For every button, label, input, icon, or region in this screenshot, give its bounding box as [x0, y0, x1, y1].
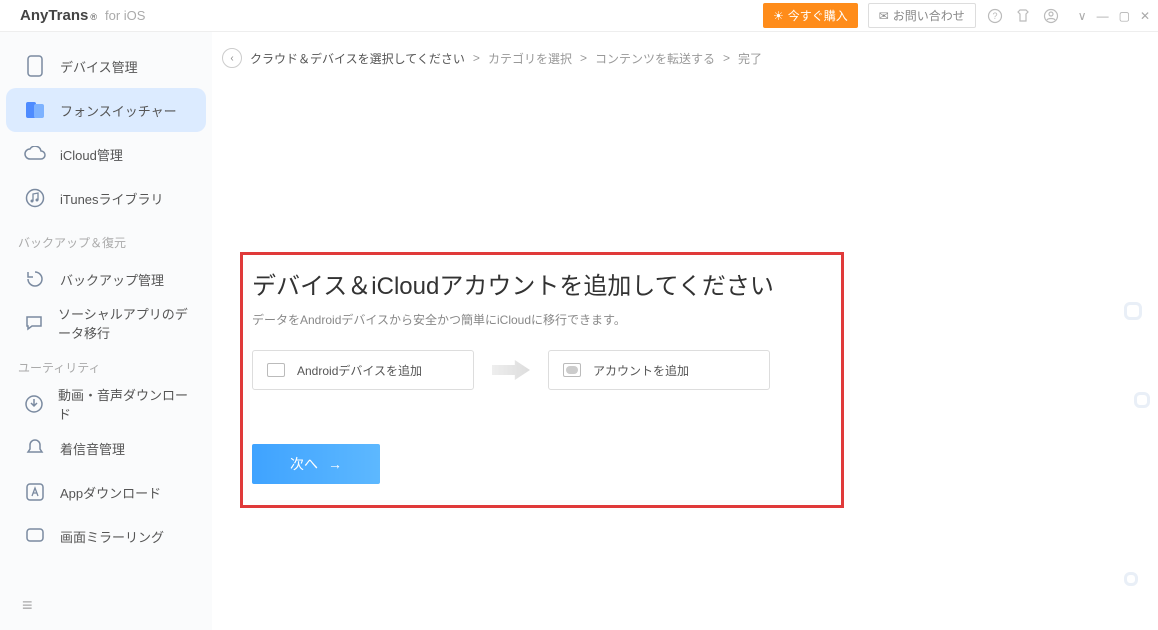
close-icon[interactable]: ✕ [1140, 9, 1150, 23]
page-title: デバイス＆iCloudアカウントを追加してください [252, 266, 1134, 301]
buy-now-button[interactable]: 今すぐ購入 [763, 3, 858, 28]
sidebar-item-device[interactable]: デバイス管理 [6, 44, 206, 88]
crumb-step3[interactable]: コンテンツを転送する [595, 50, 715, 67]
main-panel: デバイス＆iCloudアカウントを追加してください データをAndroidデバイ… [212, 92, 1134, 612]
expand-icon[interactable]: ∨ [1078, 9, 1087, 23]
switch-icon [24, 99, 46, 121]
add-android-button[interactable]: Androidデバイスを追加 [252, 350, 474, 390]
section-backup: バックアップ＆復元 [0, 220, 212, 257]
sidebar-item-ringtone[interactable]: 着信音管理 [6, 426, 206, 470]
history-icon [24, 268, 46, 290]
screen-icon [24, 525, 46, 547]
next-button[interactable]: 次へ → [252, 444, 380, 484]
sidebar-item-download[interactable]: 動画・音声ダウンロード [6, 382, 206, 426]
shirt-icon[interactable] [1014, 7, 1032, 25]
section-utility: ユーティリティ [0, 345, 212, 382]
mail-icon [879, 9, 889, 23]
android-phone-icon [267, 363, 285, 377]
arrow-right-small-icon: → [328, 456, 342, 472]
sidebar-item-backup[interactable]: バックアップ管理 [6, 257, 206, 301]
crumb-step4[interactable]: 完了 [738, 50, 762, 67]
arrow-right-icon [492, 360, 530, 380]
user-icon[interactable] [1042, 7, 1060, 25]
sidebar-item-social[interactable]: ソーシャルアプリのデータ移行 [6, 301, 206, 345]
sidebar-item-mirror[interactable]: 画面ミラーリング [6, 514, 206, 558]
sun-icon [773, 9, 784, 23]
contact-button[interactable]: お問い合わせ [868, 3, 976, 28]
sidebar-item-appdownload[interactable]: Appダウンロード [6, 470, 206, 514]
maximize-icon[interactable]: ▢ [1119, 9, 1130, 23]
cloud-account-icon [563, 363, 581, 377]
sidebar: デバイス管理 フォンスイッチャー iCloud管理 iTunesライブラリ バッ… [0, 32, 212, 630]
download-icon [24, 393, 44, 415]
device-icon [24, 55, 46, 77]
sidebar-item-icloud[interactable]: iCloud管理 [6, 132, 206, 176]
breadcrumb: ‹ クラウド＆デバイスを選択してください > カテゴリを選択 > コンテンツを転… [212, 32, 1158, 84]
crumb-step2[interactable]: カテゴリを選択 [488, 50, 572, 67]
chat-icon [24, 312, 44, 334]
page-subtitle: データをAndroidデバイスから安全かつ簡単にiCloudに移行できます。 [252, 311, 1134, 328]
add-account-button[interactable]: アカウントを追加 [548, 350, 770, 390]
back-button[interactable]: ‹ [222, 48, 242, 68]
svg-text:?: ? [992, 11, 997, 21]
appstore-icon [24, 481, 46, 503]
sidebar-item-phoneswitcher[interactable]: フォンスイッチャー [6, 88, 206, 132]
app-title: AnyTrans® for iOS [20, 7, 145, 24]
minimize-icon[interactable]: — [1097, 9, 1109, 23]
cloud-icon [24, 143, 46, 165]
crumb-step1[interactable]: クラウド＆デバイスを選択してください [250, 50, 465, 67]
bell-icon [24, 437, 46, 459]
sidebar-item-itunes[interactable]: iTunesライブラリ [6, 176, 206, 220]
music-icon [24, 187, 46, 209]
help-icon[interactable]: ? [986, 7, 1004, 25]
menu-toggle-icon[interactable]: ≡ [0, 581, 212, 630]
